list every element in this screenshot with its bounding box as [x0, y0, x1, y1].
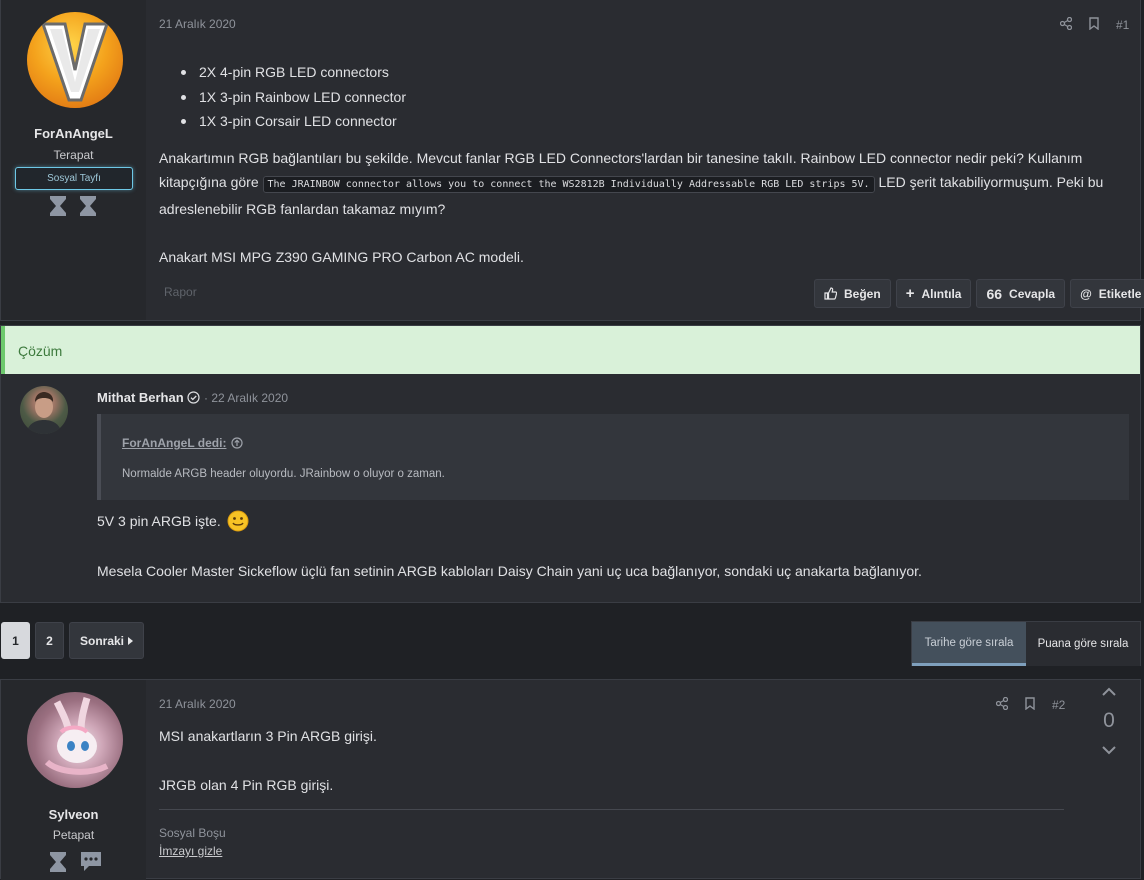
share-icon[interactable] [1059, 16, 1073, 33]
downvote-chevron-icon[interactable] [1087, 742, 1131, 758]
post-text: JRGB olan 4 Pin RGB girişi. [159, 777, 334, 793]
avatar[interactable] [20, 386, 68, 434]
inline-code: The JRAINBOW connector allows you to con… [262, 176, 875, 193]
tab-sort-by-date[interactable]: Tarihe göre sırala [912, 622, 1026, 666]
upvote-chevron-icon[interactable] [1087, 684, 1131, 700]
signature-text: Sosyal Boşu [159, 826, 226, 840]
avatar[interactable] [27, 692, 123, 788]
at-sign-icon: @ [1080, 286, 1092, 301]
caret-right-icon [128, 636, 134, 645]
pagination: 1 2 Sonraki [1, 622, 145, 659]
author-name: Mithat Berhan [97, 390, 184, 405]
person-photo-icon [26, 392, 62, 434]
paragraph: Anakartımın RGB bağlantıları bu şekilde.… [159, 146, 1134, 221]
smile-emoji-icon [227, 510, 249, 532]
vote-box: 0 [1087, 684, 1131, 758]
report-link[interactable]: Rapor [164, 285, 197, 299]
paragraph: Anakart MSI MPG Z390 GAMING PRO Carbon A… [159, 249, 524, 265]
post-body: Anakartımın RGB bağlantıları bu şekilde.… [159, 146, 1134, 269]
list-item: 1X 3-pin Corsair LED connector [181, 109, 406, 134]
user-sidebar: Sylveon Petapat [1, 680, 146, 880]
user-title: Petapat [52, 828, 95, 842]
page-1-button[interactable]: 1 [1, 622, 30, 659]
verified-icon [187, 391, 200, 404]
post-button-bar: Beğen + Alıntıla 66 Cevapla @ Etiketle [814, 279, 1144, 308]
plus-icon: + [905, 285, 915, 302]
solution-post: Çözüm Mithat Berhan · 22 Aralık 2020 For… [0, 325, 1141, 603]
connector-list: 2X 4-pin RGB LED connectors 1X 3-pin Rai… [181, 60, 406, 134]
post-text: MSI anakartların 3 Pin ARGB girişi. [159, 728, 377, 744]
tab-sort-by-score[interactable]: Puana göre sırala [1026, 622, 1140, 666]
user-banner: Sosyal Tayfı [15, 167, 133, 190]
like-label: Beğen [844, 286, 881, 301]
post-1: ForAnAngeL Terapat Sosyal Tayfı 21 Aralı… [0, 0, 1144, 321]
page-2-button[interactable]: 2 [35, 622, 64, 659]
user-sidebar: ForAnAngeL Terapat Sosyal Tayfı [1, 0, 146, 320]
solution-author[interactable]: Mithat Berhan [97, 390, 200, 405]
solution-line-1: 5V 3 pin ARGB işte. [97, 510, 249, 532]
hourglass-icon[interactable] [49, 195, 67, 217]
solution-line-2: Mesela Cooler Master Sickeflow üçlü fan … [97, 563, 922, 579]
arrow-up-circle-icon [231, 437, 244, 449]
sylveon-art-icon [44, 697, 109, 775]
vote-count: 0 [1103, 709, 1115, 732]
list-item: 1X 3-pin Rainbow LED connector [181, 85, 406, 110]
quote-source-label: ForAnAngeL dedi: [122, 436, 227, 450]
avatar[interactable] [27, 12, 123, 108]
quote-button[interactable]: + Alıntıla [895, 279, 972, 308]
user-title: Terapat [53, 148, 94, 162]
user-badges [49, 195, 97, 217]
hide-signature-link[interactable]: İmzayı gizle [159, 844, 222, 858]
quote-source-link[interactable]: ForAnAngeL dedi: [122, 436, 244, 450]
post-actions: #2 [995, 696, 1065, 713]
next-page-button[interactable]: Sonraki [69, 622, 145, 659]
solution-date[interactable]: · 22 Aralık 2020 [204, 391, 288, 405]
post-actions: #1 [1059, 16, 1129, 33]
bookmark-icon[interactable] [1025, 697, 1035, 713]
sort-tabs: Tarihe göre sırala Puana göre sırala [911, 621, 1141, 666]
post-date[interactable]: 21 Aralık 2020 [159, 17, 236, 31]
post-number[interactable]: #1 [1116, 18, 1129, 32]
quote-marks-icon: 66 [986, 285, 1003, 302]
quote-text: Normalde ARGB header oluyordu. JRainbow … [122, 468, 445, 480]
tag-label: Etiketle [1098, 286, 1142, 301]
share-icon[interactable] [995, 696, 1009, 713]
quote-block: ForAnAngeL dedi: Normalde ARGB header ol… [97, 414, 1129, 500]
solution-header: Çözüm [1, 326, 1140, 374]
v-logo-icon [41, 22, 109, 102]
username[interactable]: ForAnAngeL [1, 126, 146, 141]
tag-button[interactable]: @ Etiketle [1070, 279, 1144, 308]
quote-label: Alıntıla [921, 286, 962, 301]
username[interactable]: Sylveon [1, 807, 146, 822]
hourglass-icon[interactable] [79, 195, 97, 217]
reply-label: Cevapla [1009, 286, 1056, 301]
bookmark-icon[interactable] [1089, 17, 1099, 33]
list-item: 2X 4-pin RGB LED connectors [181, 60, 406, 85]
solution-text: 5V 3 pin ARGB işte. [97, 513, 221, 529]
post-date[interactable]: 21 Aralık 2020 [159, 697, 236, 711]
reply-button[interactable]: 66 Cevapla [976, 279, 1066, 308]
like-button[interactable]: Beğen [814, 279, 891, 308]
post-2: Sylveon Petapat 21 Aralık 2020 #2 0 MSI … [0, 679, 1141, 880]
post-number[interactable]: #2 [1052, 698, 1065, 712]
thumbs-up-icon [824, 287, 837, 300]
next-label: Sonraki [80, 633, 125, 648]
signature-divider [159, 809, 1064, 810]
